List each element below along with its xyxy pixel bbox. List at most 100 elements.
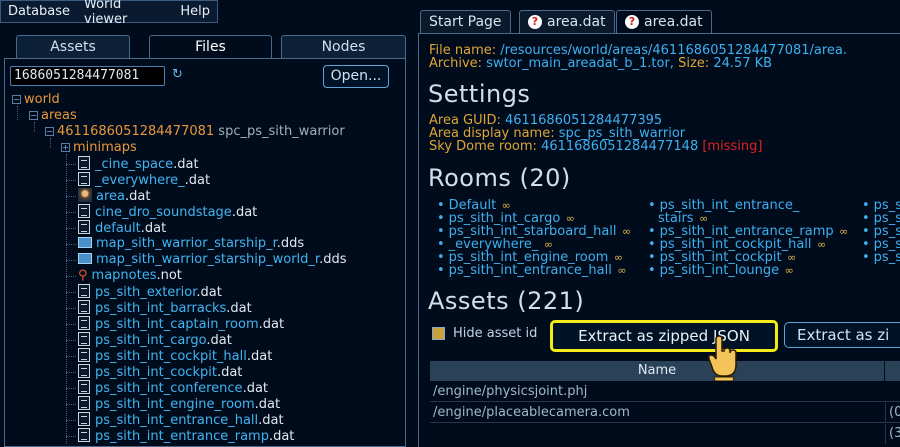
file-icon bbox=[78, 156, 90, 170]
tree-file-item[interactable]: area.dat bbox=[66, 188, 150, 204]
file-name: ps_sith_int_entrance_hall bbox=[95, 413, 259, 428]
table-row[interactable]: (3 bbox=[430, 424, 900, 447]
tree-file-item[interactable]: ps_sith_exterior.dat bbox=[66, 284, 222, 300]
file-icon bbox=[78, 396, 90, 410]
collapse-icon[interactable]: − bbox=[45, 127, 54, 136]
tree-file-item[interactable]: map_sith_warrior_starship_r.dds bbox=[66, 236, 304, 252]
file-name: default bbox=[95, 221, 141, 236]
collapse-icon[interactable]: − bbox=[29, 111, 38, 120]
file-extension: .dat bbox=[226, 301, 252, 316]
tree-node-area-folder[interactable]: −4611686051284477081 spc_ps_sith_warrior bbox=[45, 124, 345, 140]
file-name: ps_sith_int_cockpit bbox=[95, 365, 217, 380]
file-name: map_sith_warrior_starship_world_r bbox=[96, 252, 320, 267]
file-extension: .dat bbox=[140, 221, 167, 236]
file-icon bbox=[78, 380, 90, 394]
tree-file-item[interactable]: ps_sith_int_entrance_hall.dat bbox=[66, 412, 284, 428]
tree-file-item[interactable]: ps_sith_int_entrance_ramp.dat bbox=[66, 428, 295, 444]
file-extension: .dat bbox=[216, 365, 243, 380]
missing-badge: [missing] bbox=[702, 139, 763, 154]
file-name: ps_sith_int_barracks bbox=[95, 301, 227, 316]
tree-file-item[interactable]: cine_dro_soundstage.dat bbox=[66, 204, 258, 220]
file-extension: .dat bbox=[231, 205, 258, 220]
file-icon bbox=[78, 172, 90, 186]
assets-heading: Assets (221) bbox=[428, 287, 585, 315]
room-link[interactable]: •ps_si bbox=[862, 251, 900, 264]
room-link[interactable]: • ps_sith_int_entrance_hall ∞ bbox=[437, 264, 627, 277]
room-name: ps_sith_int_entrance_hall bbox=[448, 263, 612, 278]
image-icon bbox=[78, 253, 92, 264]
tree-file-item[interactable]: default.dat bbox=[66, 220, 167, 236]
file-icon bbox=[78, 220, 90, 234]
file-name: ps_sith_int_conference bbox=[95, 381, 243, 396]
file-name: ps_sith_int_cargo bbox=[95, 333, 207, 348]
bullet-icon: • bbox=[437, 263, 445, 278]
extract-zipped-json-button[interactable]: Extract as zipped JSON bbox=[550, 320, 778, 352]
column-header-extra[interactable] bbox=[885, 361, 900, 381]
link-icon[interactable]: ∞ bbox=[836, 225, 848, 238]
link-icon[interactable]: ∞ bbox=[781, 264, 794, 277]
file-icon bbox=[78, 300, 90, 314]
settings-heading: Settings bbox=[428, 80, 531, 108]
warning-question-icon: ? bbox=[625, 15, 639, 29]
rooms-heading: Rooms (20) bbox=[428, 164, 571, 192]
tree-file-item[interactable]: ⚲ mapnotes.not bbox=[66, 268, 182, 284]
file-icon bbox=[78, 284, 90, 298]
tab-start-page[interactable]: Start Page bbox=[420, 10, 511, 34]
file-name: map_sith_warrior_starship_r bbox=[96, 236, 277, 251]
tree-node-world[interactable]: − world bbox=[12, 92, 60, 108]
pin-icon: ⚲ bbox=[78, 268, 88, 283]
file-extension: .dat bbox=[242, 381, 269, 396]
link-icon[interactable]: ∞ bbox=[610, 251, 623, 264]
link-icon[interactable]: ∞ bbox=[784, 251, 796, 264]
extract-zipped-button[interactable]: Extract as zi bbox=[784, 322, 900, 348]
file-name: ps_sith_exterior bbox=[95, 285, 197, 300]
tree-file-item[interactable]: ps_sith_int_captain_room.dat bbox=[66, 316, 285, 332]
file-extension: .dat bbox=[173, 157, 199, 172]
tree-file-item[interactable]: ps_sith_int_barracks.dat bbox=[66, 300, 252, 316]
link-icon[interactable]: ∞ bbox=[619, 225, 631, 238]
tree-file-item[interactable]: ps_sith_int_cockpit.dat bbox=[66, 364, 243, 380]
tab-area-dat-1[interactable]: ? area.dat bbox=[519, 10, 615, 34]
archive-line: Archive: swtor_main_areadat_b_1.tor, Siz… bbox=[429, 56, 773, 71]
column-header-name[interactable]: Name bbox=[430, 361, 884, 381]
tab-area-dat-2[interactable]: ? area.dat bbox=[616, 10, 712, 34]
file-icon bbox=[78, 348, 90, 362]
expand-icon[interactable]: + bbox=[61, 143, 70, 152]
tree-file-item[interactable]: ps_sith_int_cargo.dat bbox=[66, 332, 232, 348]
table-row[interactable]: /engine/placeablecamera.com (0 bbox=[430, 403, 900, 423]
tree-file-item[interactable]: _cine_space.dat bbox=[66, 156, 199, 172]
tree-node-areas[interactable]: − areas bbox=[29, 108, 77, 124]
tree-file-item[interactable]: map_sith_warrior_starship_world_r.dds bbox=[66, 252, 347, 268]
tree-file-item[interactable]: ps_sith_int_cockpit_hall.dat bbox=[66, 348, 273, 364]
room-name: ps_si bbox=[873, 250, 900, 265]
file-name: ps_sith_int_entrance_ramp bbox=[95, 429, 269, 444]
room-name: ps_sith_int_lounge bbox=[659, 263, 780, 278]
file-icon bbox=[78, 204, 90, 218]
collapse-icon[interactable]: − bbox=[12, 95, 21, 104]
file-extension: .dat bbox=[268, 429, 295, 444]
tree-file-item[interactable]: ps_sith_int_conference.dat bbox=[66, 380, 269, 396]
file-extension: .dat bbox=[254, 397, 281, 412]
file-extension: .dds bbox=[319, 252, 347, 267]
tree-node-minimaps[interactable]: + minimaps bbox=[61, 140, 137, 156]
file-icon bbox=[78, 332, 90, 346]
bullet-icon: • bbox=[648, 198, 656, 213]
tree-file-item[interactable]: _everywhere_.dat bbox=[66, 172, 210, 188]
room-link[interactable]: • ps_sith_int_lounge ∞ bbox=[648, 264, 794, 277]
area-icon bbox=[78, 188, 92, 202]
assets-table: Name /engine/physicsjoint.phj /engine/pl… bbox=[430, 361, 900, 447]
file-extension: .dat bbox=[246, 349, 273, 364]
link-icon[interactable]: ∞ bbox=[614, 264, 626, 277]
file-tree: − world − areas −4611686051284477081 spc_p… bbox=[0, 0, 405, 447]
image-icon bbox=[78, 237, 92, 248]
file-extension: .dat bbox=[258, 317, 285, 332]
sky-dome-line: Sky Dome room: 4611686051284477148 [miss… bbox=[429, 139, 763, 154]
file-name: cine_dro_soundstage bbox=[95, 205, 232, 220]
file-icon bbox=[78, 412, 90, 426]
bullet-icon: • bbox=[648, 263, 656, 278]
tree-file-item[interactable]: ps_sith_int_engine_room.dat bbox=[66, 396, 281, 412]
link-icon[interactable]: ∞ bbox=[814, 238, 826, 251]
file-icon bbox=[78, 316, 90, 330]
table-row[interactable]: /engine/physicsjoint.phj bbox=[430, 382, 900, 402]
hide-asset-id-checkbox[interactable] bbox=[432, 327, 445, 340]
